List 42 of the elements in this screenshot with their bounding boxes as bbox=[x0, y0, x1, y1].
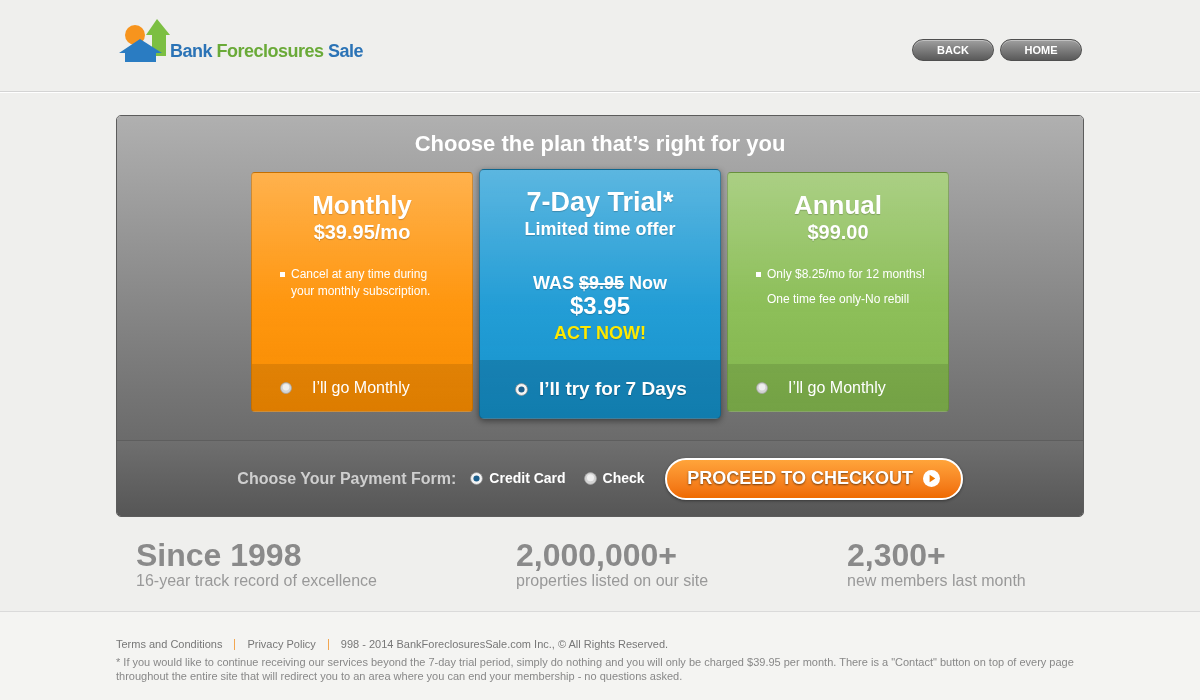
copyright-text: 998 - 2014 BankForeclosuresSale.com Inc., © All Rights Reserved. bbox=[340, 637, 669, 651]
old-price: $9.95 bbox=[579, 272, 625, 294]
stat-value: 2,000,000+ bbox=[516, 538, 679, 572]
play-circle-icon[interactable] bbox=[922, 470, 940, 487]
footer-link[interactable]: Terms and Conditions bbox=[116, 637, 223, 651]
header-button[interactable]: HOME bbox=[1000, 39, 1082, 61]
panel-title: Choose the plan that’s right for you bbox=[413, 131, 787, 157]
payment-label: Choose Your Payment Form: bbox=[237, 468, 457, 489]
house-logo-icon bbox=[118, 18, 170, 64]
plan-price: $39.95/mo bbox=[313, 220, 411, 244]
plan-name: Monthly bbox=[312, 190, 412, 220]
plan-option[interactable]: I’ll go Monthly bbox=[756, 375, 886, 400]
radio-icon[interactable] bbox=[583, 472, 597, 485]
radio-icon[interactable] bbox=[470, 472, 484, 485]
plan-option[interactable]: I’ll try for 7 Days bbox=[515, 374, 687, 404]
now-label: Now bbox=[629, 272, 668, 294]
plan-price: $99.00 bbox=[807, 220, 869, 244]
payment-option[interactable]: Check bbox=[583, 468, 645, 489]
stat-value: Since 1998 bbox=[136, 538, 303, 572]
logo-text: Bank Foreclosures Sale bbox=[170, 40, 364, 62]
feature-text: One time fee only-No rebill bbox=[767, 291, 910, 308]
was-label: WAS bbox=[532, 272, 574, 294]
stat-caption: new members last month bbox=[847, 572, 1027, 590]
plan-name: 7-Day Trial* bbox=[526, 186, 674, 218]
payment-option[interactable]: Credit Card bbox=[470, 468, 566, 489]
call-to-action: ACT NOW! bbox=[554, 322, 646, 344]
header-button[interactable]: BACK bbox=[912, 39, 994, 61]
stat-caption: properties listed on our site bbox=[516, 572, 710, 590]
plan-subtitle: Limited time offer bbox=[524, 218, 676, 240]
checkout-button[interactable]: PROCEED TO CHECKOUT bbox=[664, 457, 963, 500]
stat-value: 2,300+ bbox=[847, 538, 947, 572]
feature-text: Cancel at any time during your monthly subscription. bbox=[291, 266, 432, 300]
feature-text: Only $8.25/mo for 12 months! bbox=[767, 266, 926, 283]
radio-icon[interactable] bbox=[280, 381, 292, 394]
plan-name: Annual bbox=[793, 190, 883, 220]
plan-price: $3.95 bbox=[569, 294, 631, 318]
footnote-text: * If you would like to continue receiving our services beyond the 7-day trial period, simply do nothing and you will only be charged $39.95 per month. There is a "Contact" button on top of every page throughout the entire site that will redirect you to an area where you can end your membership - no questions asked. bbox=[116, 655, 1075, 683]
radio-icon[interactable] bbox=[756, 381, 768, 394]
stat-caption: 16-year track record of excellence bbox=[136, 572, 378, 590]
plan-option[interactable]: I’ll go Monthly bbox=[280, 375, 410, 400]
footer-link[interactable]: Privacy Policy bbox=[247, 637, 316, 651]
radio-icon[interactable] bbox=[515, 382, 528, 396]
